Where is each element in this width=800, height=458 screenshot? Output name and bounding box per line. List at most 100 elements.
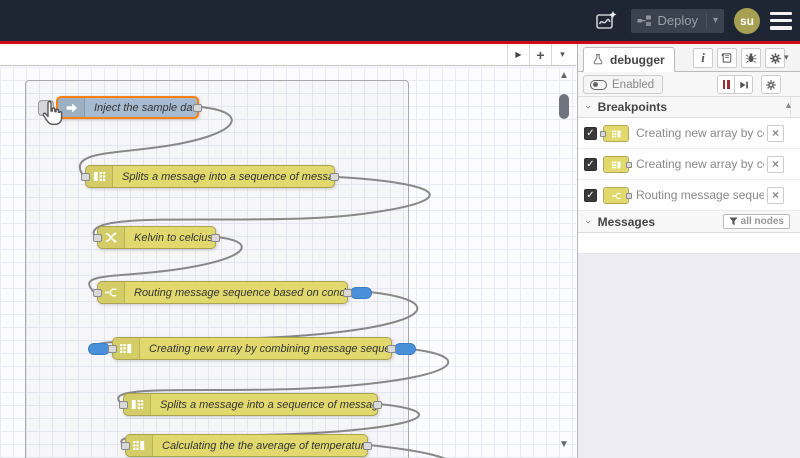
input-port[interactable]: [93, 288, 102, 297]
user-avatar[interactable]: su: [734, 7, 760, 34]
debug-tab-button[interactable]: [741, 48, 761, 68]
right-sidebar: debugger i ▾ Enabled › Breakpoints ▲ ✓ C…: [578, 44, 800, 458]
change-icon: [98, 227, 125, 248]
messages-empty-row: [578, 233, 800, 254]
breakpoint-pill-output[interactable]: [350, 286, 372, 299]
node-red-app: Deploy ▾ su ▶ + ▾ Inject the sample data…: [0, 0, 800, 458]
step-icon: [739, 81, 748, 88]
deploy-button[interactable]: Deploy ▾: [630, 8, 724, 33]
app-header: Deploy ▾ su: [0, 0, 800, 41]
breakpoint-label: Routing message sequence based on condit…: [636, 188, 764, 202]
messages-title: Messages: [597, 214, 656, 229]
info-tab-button[interactable]: i: [693, 48, 713, 68]
output-port[interactable]: [373, 400, 382, 409]
collapse-chevron-icon[interactable]: ›: [582, 105, 594, 109]
filter-label: all nodes: [740, 216, 784, 227]
sidebar-tabs-menu-caret[interactable]: ▾: [784, 52, 789, 63]
canvas-scroll-up-arrow[interactable]: ▲: [556, 70, 572, 81]
output-port[interactable]: [211, 233, 220, 242]
messages-empty-area: [578, 254, 800, 458]
flow-node-join[interactable]: Creating new array by combining message …: [88, 337, 416, 360]
add-flow-button[interactable]: +: [529, 44, 551, 65]
mouse-cursor-hand-icon: [42, 100, 63, 125]
deploy-options-caret[interactable]: ▾: [713, 15, 718, 26]
debugger-settings-button[interactable]: [761, 75, 781, 94]
remove-breakpoint-button[interactable]: ×: [767, 156, 784, 173]
node-label: Creating new array by combining message …: [149, 342, 391, 355]
breakpoint-row[interactable]: ✓ Routing message sequence based on cond…: [578, 180, 800, 211]
assistant-icon: [595, 10, 616, 29]
flow-list-button[interactable]: ▾: [551, 44, 573, 65]
deploy-label: Deploy: [657, 13, 698, 28]
breakpoints-section-header[interactable]: › Breakpoints: [578, 97, 800, 118]
breakpoints-scroll-up-arrow[interactable]: ▲: [784, 100, 793, 110]
node-label: Splits a message into a sequence of mess…: [122, 170, 334, 183]
menu-bar: [770, 18, 792, 23]
pause-button[interactable]: [717, 75, 735, 94]
breakpoint-row[interactable]: ✓ Creating new array by combining messag…: [578, 118, 800, 149]
flask-icon: [593, 54, 603, 65]
enabled-label: Enabled: [612, 78, 655, 91]
menu-bar: [770, 11, 792, 15]
book-icon: [721, 53, 732, 63]
gear-icon: [766, 79, 776, 90]
tab-scroll-right-button[interactable]: ▶: [507, 44, 529, 65]
remove-breakpoint-button[interactable]: ×: [767, 187, 784, 204]
config-tab-button[interactable]: [765, 48, 785, 68]
breakpoint-pill-input[interactable]: [88, 342, 110, 355]
input-port[interactable]: [121, 441, 130, 450]
output-port[interactable]: [387, 344, 396, 353]
tab-debugger[interactable]: debugger: [583, 47, 675, 72]
join-icon: [113, 338, 140, 359]
canvas-scrollbar-thumb[interactable]: [559, 94, 569, 119]
output-port[interactable]: [363, 441, 372, 450]
breakpoint-checkbox[interactable]: ✓: [584, 189, 597, 202]
input-port[interactable]: [119, 400, 128, 409]
join-icon: [126, 435, 153, 456]
breakpoint-row[interactable]: ✓ Creating new array by combining messag…: [578, 149, 800, 180]
node-label: Inject the sample data: [94, 101, 197, 114]
breakpoint-label: Creating new array by combining message …: [636, 126, 764, 140]
flow-node-split[interactable]: Splits a message into a sequence of mess…: [81, 165, 339, 188]
canvas-scroll-down-arrow[interactable]: ▼: [556, 439, 572, 450]
flow-canvas[interactable]: Inject the sample data Splits a message …: [0, 67, 576, 458]
message-filter-button[interactable]: all nodes: [722, 214, 790, 229]
flow-node-inject[interactable]: Inject the sample data: [38, 96, 202, 119]
flow-node-change[interactable]: Kelvin to celcius: [93, 226, 220, 249]
bug-icon: [745, 53, 757, 63]
menu-bar: [770, 26, 792, 30]
debugger-enabled-toggle[interactable]: Enabled: [583, 75, 664, 94]
flow-node-calc-average[interactable]: Calculating the the average of temperatu…: [121, 434, 372, 457]
mini-input-port: [600, 130, 606, 137]
main-menu-button[interactable]: [770, 11, 792, 30]
messages-section-header[interactable]: › Messages all nodes: [578, 211, 800, 233]
split-icon: [124, 394, 151, 415]
flow-node-switch[interactable]: Routing message sequence based on condit…: [93, 281, 372, 304]
remove-breakpoint-button[interactable]: ×: [767, 125, 784, 142]
node-label: Kelvin to celcius: [134, 231, 213, 244]
help-tab-button[interactable]: [717, 48, 737, 68]
collapse-chevron-icon[interactable]: ›: [582, 220, 594, 224]
breakpoint-checkbox[interactable]: ✓: [584, 158, 597, 171]
step-button[interactable]: [735, 75, 753, 94]
pause-icon: [722, 80, 730, 89]
input-port[interactable]: [108, 344, 117, 353]
output-port[interactable]: [343, 288, 352, 297]
breakpoint-pill-output[interactable]: [394, 342, 416, 355]
mini-switch-node-icon: [603, 187, 632, 204]
input-port[interactable]: [81, 172, 90, 181]
flow-node-split-2[interactable]: Splits a message into a sequence of mess…: [119, 393, 382, 416]
wire-calc-out[interactable]: [368, 444, 460, 458]
mini-join-node-icon: [600, 125, 629, 142]
assistant-button[interactable]: [591, 6, 621, 36]
breakpoint-checkbox[interactable]: ✓: [584, 127, 597, 140]
breakpoint-label: Creating new array by combining message …: [636, 157, 764, 171]
output-port[interactable]: [193, 103, 202, 112]
mini-join-node-icon: [603, 156, 632, 173]
breakpoints-title: Breakpoints: [597, 100, 668, 114]
output-port[interactable]: [330, 172, 339, 181]
input-port[interactable]: [93, 233, 102, 242]
split-icon: [86, 166, 113, 187]
tab-label: debugger: [610, 52, 665, 67]
sidebar-tab-bar: debugger i ▾: [578, 44, 800, 72]
